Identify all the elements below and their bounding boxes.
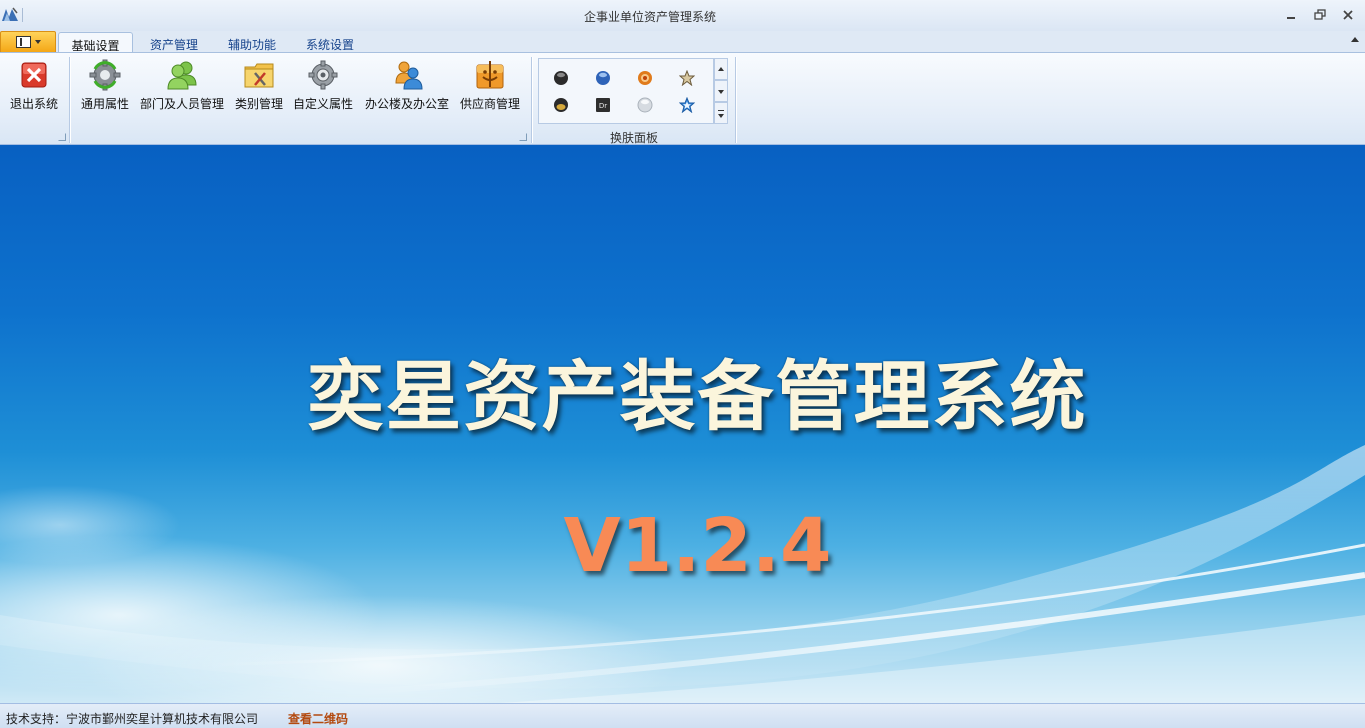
black-orb-skin-icon[interactable] <box>553 70 569 86</box>
svg-text:Dr: Dr <box>599 102 607 110</box>
gallery-scroll-up[interactable] <box>714 58 728 80</box>
office-building-button[interactable]: 办公楼及办公室 <box>362 57 452 115</box>
department-personnel-label: 部门及人员管理 <box>139 97 224 111</box>
gallery-scroll-down[interactable] <box>714 80 728 102</box>
supplier-management-button[interactable]: 供应商管理 <box>458 57 522 115</box>
custom-properties-label: 自定义属性 <box>292 97 353 111</box>
splash-area: 奕星资产装备管理系统 V1.2.4 <box>0 145 1365 703</box>
exit-system-button[interactable]: 退出系统 <box>6 57 62 115</box>
dr-skin-icon[interactable]: Dr <box>595 97 611 113</box>
hero-version: V1.2.4 <box>563 503 832 589</box>
blue-star-skin-icon[interactable] <box>679 97 695 113</box>
folder-tools-icon <box>244 63 274 88</box>
chevron-down-icon <box>35 40 41 44</box>
category-management-button[interactable]: 类别管理 <box>230 57 288 115</box>
scroll-down-icon <box>718 90 724 94</box>
hero-title: 奕星资产装备管理系统 <box>307 352 1088 441</box>
supplier-management-label: 供应商管理 <box>459 97 520 111</box>
gear-refresh-icon <box>89 59 121 91</box>
general-properties-button[interactable]: 通用属性 <box>76 57 134 115</box>
tab-system-settings[interactable]: 系统设置 <box>294 32 366 53</box>
tab-basic-settings[interactable]: 基础设置 <box>58 32 133 53</box>
title-bar: 企事业单位资产管理系统 <box>0 0 1365 31</box>
silver-orb-skin-icon[interactable] <box>637 97 653 113</box>
support-info: 技术支持：宁波市鄞州奕星计算机技术有限公司 <box>6 712 259 726</box>
app-window: 企事业单位资产管理系统 基础设置 资产管理 辅助功能 系统设置 退出系统 通用属… <box>0 0 1365 728</box>
tab-auxiliary-functions[interactable]: 辅助功能 <box>216 32 288 53</box>
application-menu-button[interactable] <box>0 31 56 53</box>
settings-gear-icon <box>308 60 338 90</box>
blue-orb-skin-icon[interactable] <box>595 70 611 86</box>
group-separator <box>69 57 70 143</box>
general-properties-label: 通用属性 <box>80 97 129 111</box>
restore-icon[interactable] <box>1311 6 1329 24</box>
minimize-icon[interactable] <box>1282 6 1300 24</box>
status-bar: 技术支持：宁波市鄞州奕星计算机技术有限公司 查看二维码 <box>0 703 1365 728</box>
close-icon[interactable] <box>1339 6 1357 24</box>
group-launcher-icon[interactable] <box>58 133 66 141</box>
custom-properties-button[interactable]: 自定义属性 <box>292 57 354 115</box>
dark-gold-orb-skin-icon[interactable] <box>553 97 569 113</box>
skin-gallery-label: 换肤面板 <box>609 131 658 145</box>
ribbon-panel: 退出系统 通用属性 部门及人员管理 类别管理 自定义属性 办公楼及办公室 供应商… <box>0 52 1365 145</box>
users-icon <box>167 61 197 90</box>
supplier-icon <box>476 61 504 89</box>
expand-gallery-icon <box>718 114 724 118</box>
expand-bar-icon <box>718 110 724 111</box>
brown-star-skin-icon[interactable] <box>679 70 695 86</box>
group-launcher-icon[interactable] <box>519 133 527 141</box>
office-building-label: 办公楼及办公室 <box>364 97 449 111</box>
category-management-label: 类别管理 <box>234 97 283 111</box>
document-icon <box>16 36 31 48</box>
people-group-icon <box>395 61 423 90</box>
view-qr-code-link[interactable]: 查看二维码 <box>288 710 348 727</box>
department-personnel-button[interactable]: 部门及人员管理 <box>138 57 226 115</box>
orange-ring-skin-icon[interactable] <box>637 70 653 86</box>
exit-system-label: 退出系统 <box>9 97 58 111</box>
scroll-up-icon <box>718 67 724 71</box>
group-separator <box>735 57 736 143</box>
tab-asset-management[interactable]: 资产管理 <box>138 32 210 53</box>
exit-x-icon <box>21 62 47 88</box>
skin-gallery: Dr <box>538 58 714 124</box>
gallery-expand[interactable] <box>714 102 728 124</box>
window-title: 企事业单位资产管理系统 <box>583 10 716 24</box>
group-separator <box>531 57 532 143</box>
ribbon-collapse-icon[interactable] <box>1351 37 1359 42</box>
